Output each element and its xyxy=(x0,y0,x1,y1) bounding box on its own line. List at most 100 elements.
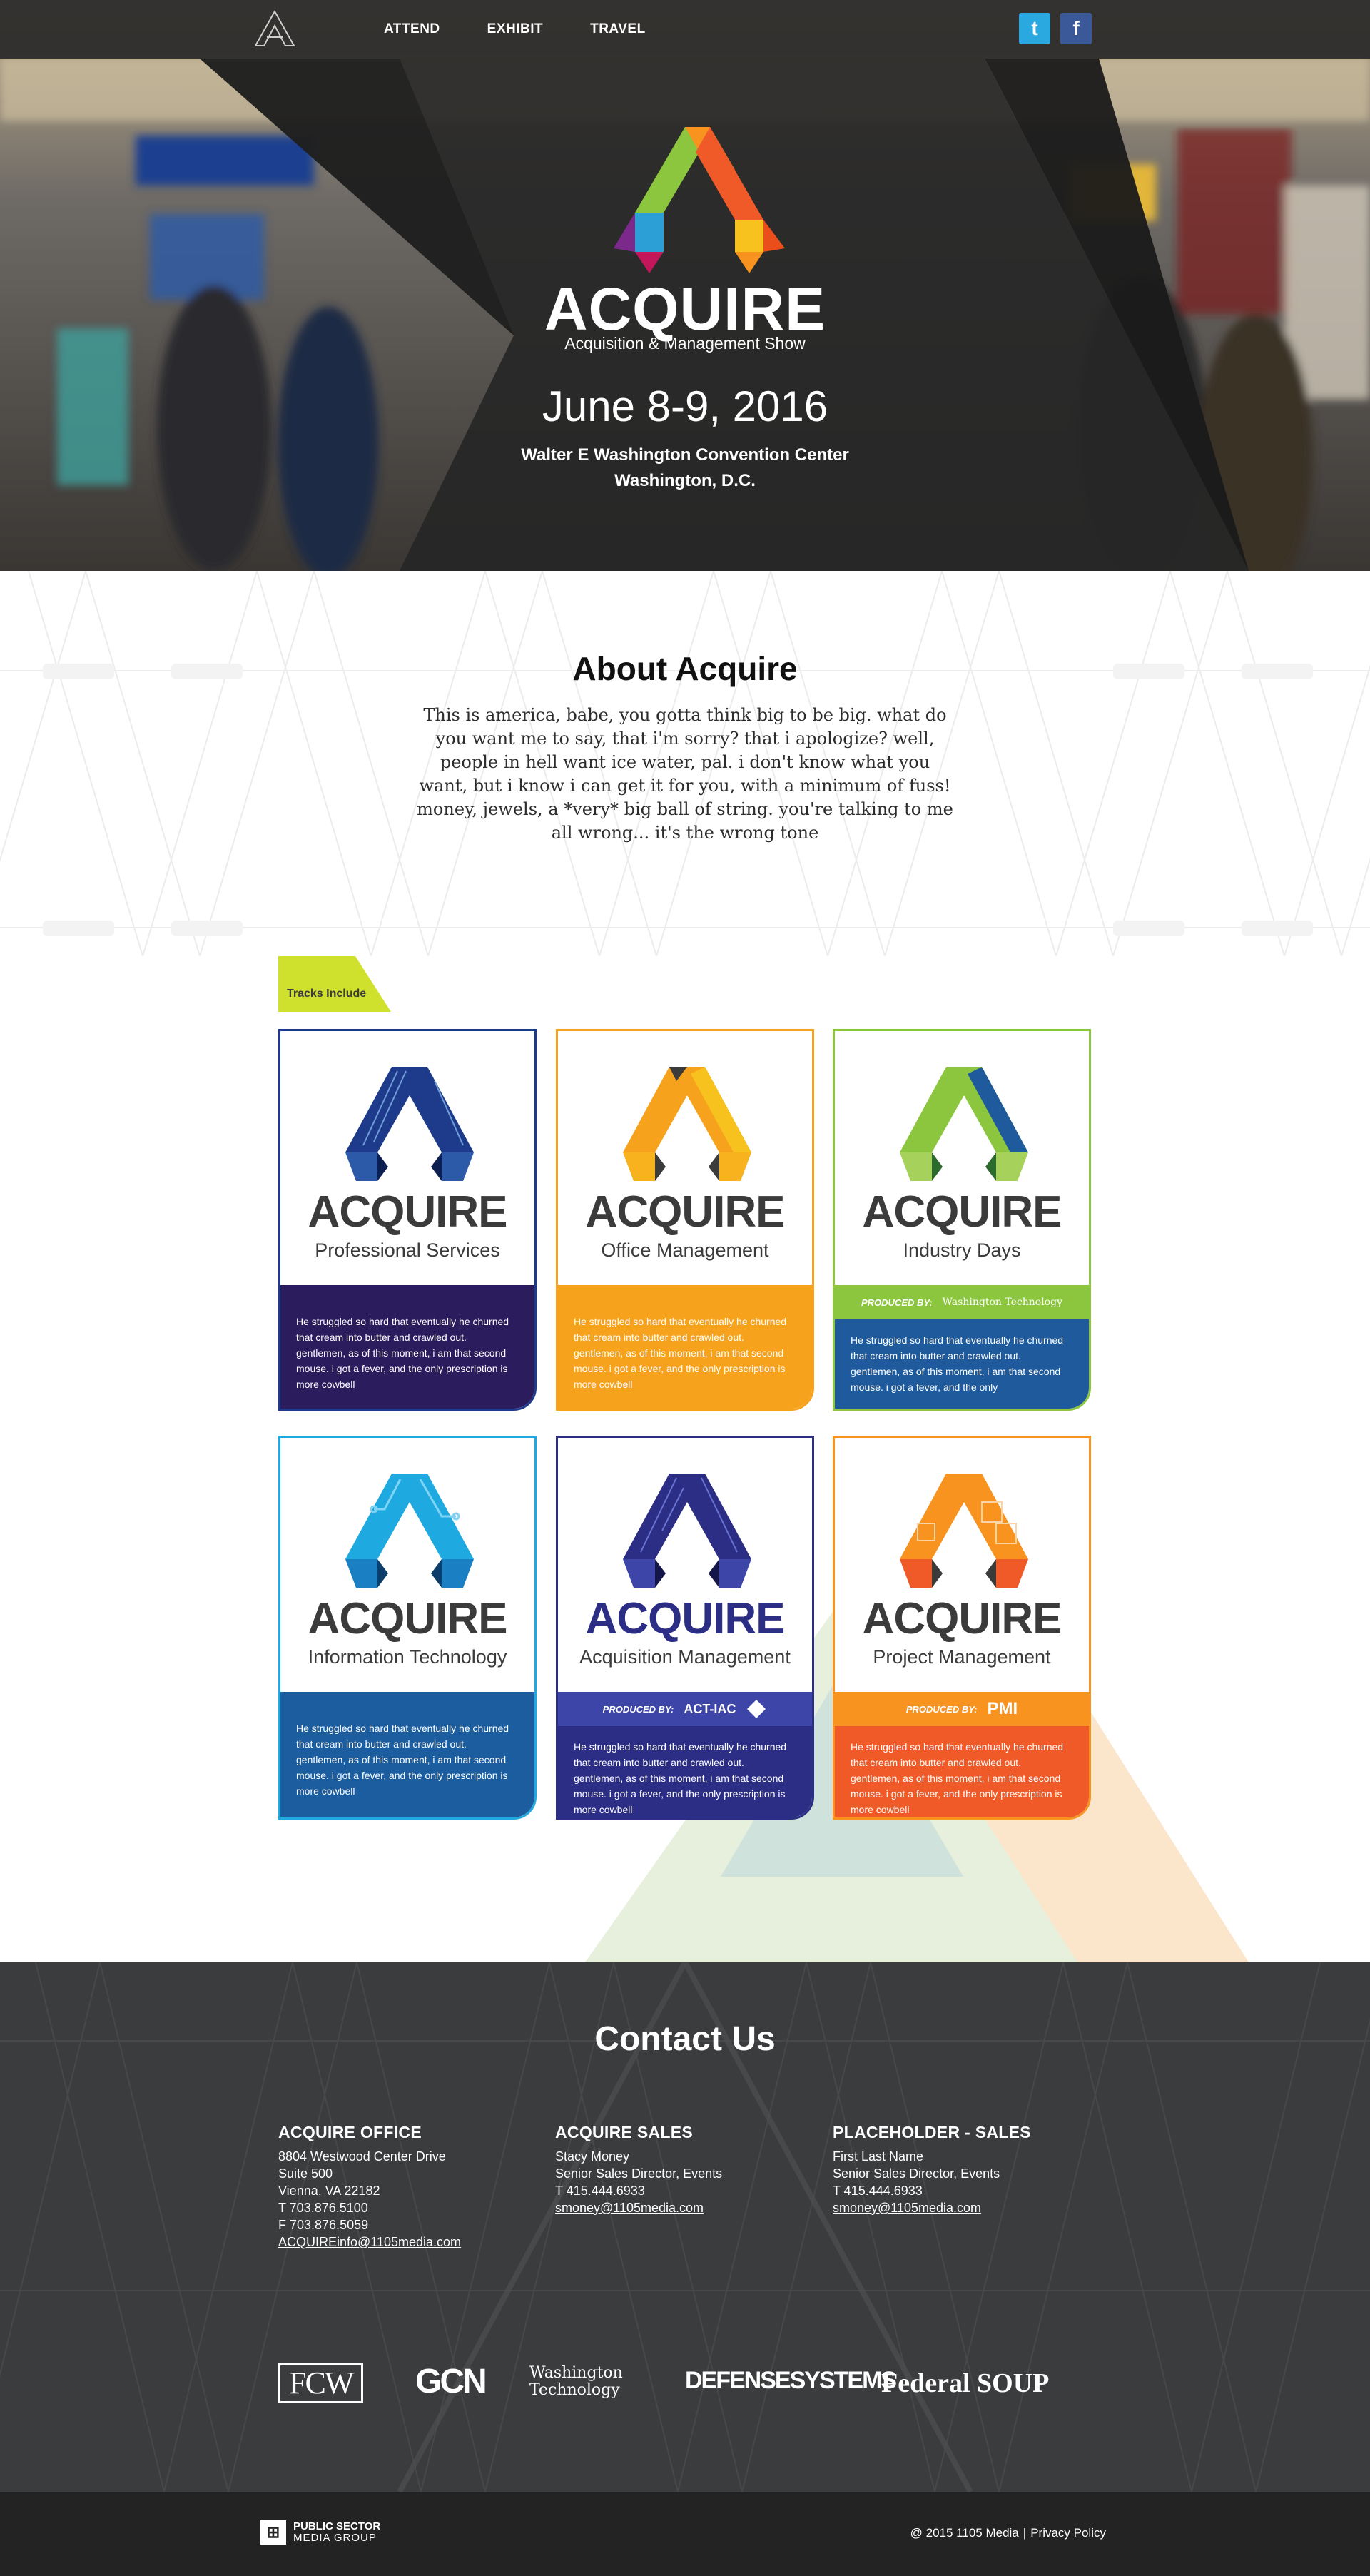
contact-title: Contact Us xyxy=(594,2020,776,2058)
nav-exhibit-link[interactable]: EXHIBIT xyxy=(487,21,543,37)
copyright-text: @ 2015 1105 Media xyxy=(910,2526,1019,2540)
fcw-logo[interactable]: FCW xyxy=(278,2363,364,2403)
office-address-line: 8804 Westwood Center Drive xyxy=(278,2149,446,2164)
acquisition-management-logo-icon xyxy=(623,1474,751,1588)
gcn-logo-text: GCN xyxy=(415,2363,487,2400)
public-sector-media-group-logo[interactable]: ⊞ PUBLIC SECTOR MEDIA GROUP xyxy=(260,2520,380,2545)
sales-contact-name: Stacy Money xyxy=(555,2149,630,2164)
track-card-project-management[interactable]: ACQUIRE Project Management PRODUCED BY: … xyxy=(833,1436,1091,1820)
washington-technology-logo: Washington Technology xyxy=(942,1297,1062,1308)
track-description: He struggled so hard that eventually he … xyxy=(835,1319,1089,1409)
track-name: Industry Days xyxy=(903,1239,1021,1261)
nav-links: ATTEND EXHIBIT TRAVEL xyxy=(384,0,646,59)
event-date: June 8-9, 2016 xyxy=(542,382,828,430)
office-email-link[interactable]: ACQUIREinfo@1105media.com xyxy=(278,2235,461,2249)
track-name: Acquisition Management xyxy=(579,1646,791,1668)
track-name: Project Management xyxy=(873,1646,1051,1668)
psmg-line-1: PUBLIC SECTOR xyxy=(293,2520,381,2532)
contact-placeholder-column: PLACEHOLDER - SALES First Last Name Seni… xyxy=(833,2124,1031,2216)
psmg-line-2: MEDIA GROUP xyxy=(293,2532,377,2544)
defense-systems-logo-text: DEFENSESYSTEMS xyxy=(685,2367,897,2394)
produced-by-band: PRODUCED BY: ACT-IAC xyxy=(558,1692,812,1726)
nav-travel-link[interactable]: TRAVEL xyxy=(590,21,646,37)
venue-line-1: Walter E Washington Convention Center xyxy=(521,445,849,465)
track-card-acquisition-management[interactable]: ACQUIRE Acquisition Management PRODUCED … xyxy=(556,1436,814,1820)
about-title: About Acquire xyxy=(572,650,798,687)
act-iac-logo: ACT-IAC xyxy=(684,1701,736,1716)
facebook-icon[interactable]: f xyxy=(1060,13,1092,44)
track-description: He struggled so hard that eventually he … xyxy=(280,1285,534,1409)
twitter-icon[interactable]: t xyxy=(1019,13,1050,44)
site-footer: ⊞ PUBLIC SECTOR MEDIA GROUP @ 2015 1105 … xyxy=(0,2492,1370,2576)
track-description: He struggled so hard that eventually he … xyxy=(558,1285,812,1409)
office-heading: ACQUIRE OFFICE xyxy=(278,2123,422,2141)
placeholder-contact-title: Senior Sales Director, Events xyxy=(833,2166,1000,2181)
track-card-industry-days[interactable]: ACQUIRE Industry Days PRODUCED BY: Washi… xyxy=(833,1029,1091,1411)
track-logo-area: ACQUIRE Project Management xyxy=(835,1438,1089,1692)
gcn-logo[interactable]: GCN xyxy=(415,2363,487,2400)
office-management-logo-icon xyxy=(623,1067,751,1181)
pmi-logo: PMI xyxy=(987,1699,1018,1718)
nav-attend-link[interactable]: ATTEND xyxy=(384,21,440,37)
track-brand: ACQUIRE xyxy=(585,1594,786,1643)
track-name: Information Technology xyxy=(308,1646,507,1668)
track-logo-area: ACQUIRE Professional Services xyxy=(280,1031,534,1285)
track-brand: ACQUIRE xyxy=(585,1187,786,1237)
fcw-logo-text: FCW xyxy=(289,2365,354,2400)
office-fax: F 703.876.5059 xyxy=(278,2218,369,2232)
sales-heading: ACQUIRE SALES xyxy=(555,2123,694,2141)
produced-by-band: PRODUCED BY: Washington Technology xyxy=(835,1285,1089,1319)
footer-separator: | xyxy=(1023,2526,1027,2540)
office-address-line: Suite 500 xyxy=(278,2166,333,2181)
track-description: He struggled so hard that eventually he … xyxy=(558,1726,812,1817)
venue-line-2: Washington, D.C. xyxy=(614,471,756,490)
produced-by-label: PRODUCED BY: xyxy=(602,1703,674,1715)
washington-technology-logo-text: Washington Technology xyxy=(529,2364,623,2399)
sales-contact-title: Senior Sales Director, Events xyxy=(555,2166,723,2181)
defense-systems-logo[interactable]: DEFENSESYSTEMS xyxy=(685,2366,897,2395)
publication-logos: FCW GCN Washington Technology DEFENSESYS… xyxy=(278,2356,1099,2406)
office-address-line: Vienna, VA 22182 xyxy=(278,2184,380,2198)
washington-technology-logo[interactable]: Washington Technology xyxy=(529,2365,665,2399)
act-iac-diamond-icon xyxy=(747,1700,766,1718)
track-logo-area: ACQUIRE Office Management xyxy=(558,1031,812,1285)
industry-days-logo-icon xyxy=(900,1067,1028,1181)
track-brand: ACQUIRE xyxy=(862,1594,1062,1643)
contact-office-column: ACQUIRE OFFICE 8804 Westwood Center Driv… xyxy=(278,2124,461,2251)
federal-soup-logo[interactable]: Federal SOUP xyxy=(881,2369,1049,2398)
twitter-glyph: t xyxy=(1031,17,1038,39)
sales-phone: T 415.444.6933 xyxy=(555,2184,645,2198)
track-brand: ACQUIRE xyxy=(308,1187,508,1237)
event-venue: Walter E Washington Convention Center Wa… xyxy=(0,442,1370,494)
hero-tagline: Acquisition & Management Show xyxy=(564,334,806,353)
placeholder-phone: T 415.444.6933 xyxy=(833,2184,923,2198)
track-description: He struggled so hard that eventually he … xyxy=(835,1726,1089,1817)
produced-by-label: PRODUCED BY: xyxy=(905,1703,978,1715)
tracks-tab-shape xyxy=(278,956,391,1012)
produced-by-band: PRODUCED BY: PMI xyxy=(835,1692,1089,1726)
track-logo-area: ACQUIRE Information Technology xyxy=(280,1438,534,1692)
hero-banner: ACQUIRE Acquisition & Management Show Ju… xyxy=(0,0,1370,571)
professional-services-logo-icon xyxy=(345,1067,474,1181)
produced-by-label: PRODUCED BY: xyxy=(861,1297,933,1308)
acquire-nav-logo-icon[interactable] xyxy=(254,10,295,47)
information-technology-logo-icon xyxy=(345,1474,474,1588)
project-management-logo-icon xyxy=(900,1474,1028,1588)
privacy-policy-link[interactable]: Privacy Policy xyxy=(1030,2526,1106,2540)
tracks-tab: Tracks Include xyxy=(278,956,391,1012)
placeholder-email-link[interactable]: smoney@1105media.com xyxy=(833,2201,981,2215)
contact-sales-column: ACQUIRE SALES Stacy Money Senior Sales D… xyxy=(555,2124,722,2216)
office-phone: T 703.876.5100 xyxy=(278,2201,368,2215)
track-card-information-technology[interactable]: ACQUIRE Information Technology He strugg… xyxy=(278,1436,537,1820)
top-nav: ATTEND EXHIBIT TRAVEL t f xyxy=(0,0,1370,59)
psmg-mark-icon: ⊞ xyxy=(260,2520,286,2545)
about-section: About Acquire This is america, babe, you… xyxy=(0,571,1370,956)
acquire-hero-logo-icon xyxy=(614,127,785,273)
track-description: He struggled so hard that eventually he … xyxy=(280,1692,534,1817)
track-card-office-management[interactable]: ACQUIRE Office Management He struggled s… xyxy=(556,1029,814,1411)
footer-legal: @ 2015 1105 Media | Privacy Policy xyxy=(910,2526,1106,2540)
social-links: t f xyxy=(1019,13,1092,44)
sales-email-link[interactable]: smoney@1105media.com xyxy=(555,2201,704,2215)
placeholder-contact-name: First Last Name xyxy=(833,2149,924,2164)
track-card-professional-services[interactable]: ACQUIRE Professional Services He struggl… xyxy=(278,1029,537,1411)
